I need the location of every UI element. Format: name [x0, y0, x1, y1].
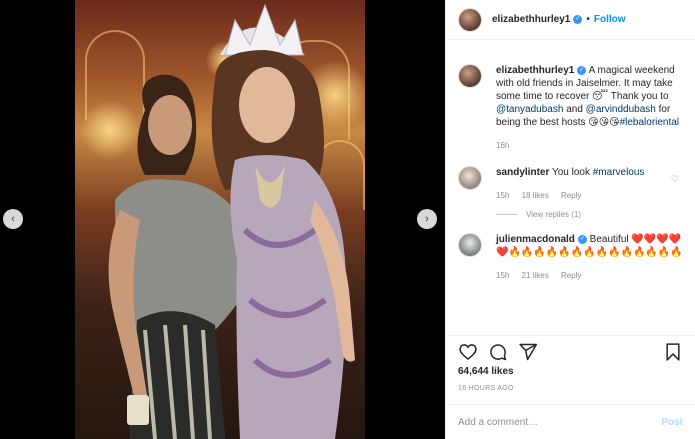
comment-reply-button[interactable]: Reply: [561, 191, 581, 200]
post-photo[interactable]: [75, 0, 365, 439]
post-timestamp[interactable]: 16 HOURS AGO: [458, 385, 514, 392]
caption-body: elizabethhurley1 ✓ A magical weekend with…: [496, 64, 683, 152]
comment-username[interactable]: sandylinter: [496, 167, 549, 178]
instagram-post: ‹ › elizabethhurley1 ✓ • Follow elizabeth…: [0, 0, 695, 439]
save-button[interactable]: [663, 342, 683, 365]
comment-time[interactable]: 15h: [496, 191, 509, 200]
caption-meta: 16h: [496, 139, 683, 152]
mention-link[interactable]: @tanyadubash: [496, 104, 563, 115]
caption-text-2: and: [563, 104, 586, 115]
chevron-left-icon: ‹: [11, 213, 15, 225]
add-comment-input[interactable]: [458, 416, 662, 428]
carousel-prev-button[interactable]: ‹: [3, 209, 23, 229]
comment-item: sandylinter You look #marvelous 15h 18 l…: [458, 166, 683, 202]
add-comment-bar: Post: [446, 404, 695, 439]
comment-button[interactable]: [488, 342, 508, 365]
mention-link[interactable]: @arvinddubash: [586, 104, 656, 115]
caption-username[interactable]: elizabethhurley1: [496, 65, 574, 76]
likes-count[interactable]: 64,644 likes: [458, 366, 514, 377]
comment-heart-icon[interactable]: ♡: [671, 241, 679, 252]
post-header: elizabethhurley1 ✓ • Follow: [446, 0, 695, 40]
photo-people: [108, 3, 355, 439]
verified-badge-icon: ✓: [573, 14, 583, 24]
post-media: ‹ ›: [0, 0, 445, 439]
comment-meta: 15h 18 likes Reply: [496, 189, 683, 202]
hashtag-link[interactable]: #lebaloriental: [620, 117, 680, 128]
share-icon: [519, 343, 538, 361]
replies-divider: [496, 214, 518, 216]
share-button[interactable]: [518, 342, 538, 365]
comment-text: You look: [549, 167, 593, 178]
verified-badge-icon: ✓: [577, 234, 587, 244]
like-button[interactable]: [458, 342, 478, 365]
comment-body: sandylinter You look #marvelous 15h 18 l…: [496, 166, 683, 202]
comment-body: julienmacdonald ✓ Beautiful ❤️❤️❤️❤️❤️🔥🔥🔥…: [496, 233, 683, 282]
caption-avatar[interactable]: [458, 64, 482, 88]
comment-likes[interactable]: 21 likes: [522, 271, 549, 280]
comment-reply-button[interactable]: Reply: [561, 271, 581, 280]
comments-list[interactable]: elizabethhurley1 ✓ A magical weekend with…: [446, 55, 695, 331]
comment-avatar[interactable]: [458, 166, 482, 190]
hashtag-link[interactable]: #marvelous: [593, 167, 645, 178]
comment-username[interactable]: julienmacdonald: [496, 234, 575, 245]
bookmark-icon: [666, 343, 680, 361]
comment-likes[interactable]: 18 likes: [522, 191, 549, 200]
view-replies-label: View replies (1): [526, 210, 581, 219]
comment-icon: [490, 344, 507, 361]
comment-heart-icon[interactable]: ♡: [671, 174, 679, 185]
comment-meta: 15h 21 likes Reply: [496, 269, 683, 282]
comment-item: julienmacdonald ✓ Beautiful ❤️❤️❤️❤️❤️🔥🔥🔥…: [458, 233, 683, 282]
author-username[interactable]: elizabethhurley1 ✓: [492, 14, 583, 25]
caption: elizabethhurley1 ✓ A magical weekend with…: [458, 64, 683, 152]
chevron-right-icon: ›: [425, 213, 429, 225]
caption-time[interactable]: 16h: [496, 141, 509, 150]
post-sidebar: elizabethhurley1 ✓ • Follow elizabethhurl…: [445, 0, 695, 439]
heart-icon: [459, 344, 477, 361]
view-replies-button[interactable]: View replies (1): [496, 210, 683, 219]
comment-time[interactable]: 15h: [496, 271, 509, 280]
separator-dot: •: [586, 14, 590, 25]
follow-button[interactable]: Follow: [594, 14, 626, 25]
action-bar: [446, 335, 695, 365]
author-username-text: elizabethhurley1: [492, 14, 571, 25]
avatar[interactable]: [458, 7, 482, 32]
carousel-next-button[interactable]: ›: [417, 209, 437, 229]
post-comment-button[interactable]: Post: [661, 417, 683, 428]
verified-badge-icon: ✓: [577, 65, 587, 75]
comment-avatar[interactable]: [458, 233, 482, 257]
